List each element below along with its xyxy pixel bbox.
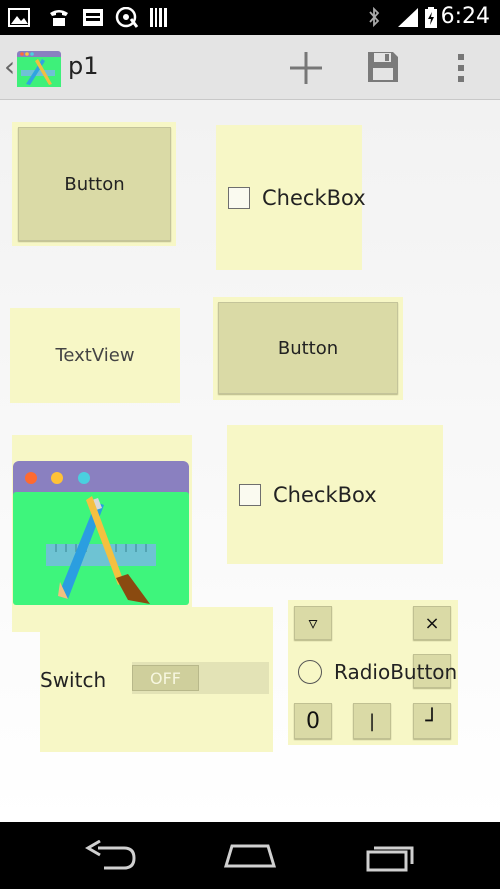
- checkbox-1-label: CheckBox: [262, 185, 366, 210]
- barcode-icon: [150, 8, 167, 27]
- key-bar-button[interactable]: |: [353, 703, 391, 739]
- checkbox-2-box[interactable]: [239, 483, 261, 506]
- signal-icon: [398, 8, 418, 27]
- bluetooth-icon: [369, 7, 380, 28]
- at-icon: [115, 7, 139, 28]
- checkbox-2-label: CheckBox: [273, 482, 377, 507]
- switch-thumb[interactable]: OFF: [132, 665, 199, 691]
- recent-apps-icon[interactable]: [364, 842, 416, 872]
- overflow-menu-icon[interactable]: [455, 52, 467, 84]
- checkbox-1[interactable]: CheckBox: [216, 125, 366, 270]
- switch-label: Switch: [40, 668, 107, 692]
- status-time: 6:24: [440, 4, 490, 29]
- switch[interactable]: Switch OFF: [40, 607, 273, 752]
- add-icon[interactable]: [288, 50, 324, 86]
- action-bar: ‹ p1: [0, 35, 500, 100]
- navigation-bar: [0, 822, 500, 889]
- button-1[interactable]: Button: [18, 127, 171, 241]
- textview: TextView: [10, 308, 180, 403]
- image-icon: [8, 8, 30, 27]
- app-logo-icon[interactable]: [16, 50, 62, 88]
- screen-icon: [83, 9, 103, 26]
- switch-track[interactable]: OFF: [132, 662, 269, 694]
- home-icon[interactable]: [222, 842, 278, 868]
- button-2[interactable]: Button: [218, 302, 398, 394]
- radio-group: ▿ × 0 | ┘ RadioButton: [288, 600, 458, 745]
- radio-label: RadioButton: [334, 660, 458, 684]
- key-zero-button[interactable]: 0: [294, 703, 332, 739]
- radio-button[interactable]: RadioButton: [298, 660, 457, 684]
- battery-icon: [425, 7, 437, 28]
- checkbox-2[interactable]: CheckBox: [227, 425, 443, 564]
- status-bar: 6:24: [0, 0, 500, 35]
- back-icon[interactable]: [84, 840, 136, 872]
- key-down-button[interactable]: ▿: [294, 606, 332, 640]
- page-title: p1: [68, 52, 99, 80]
- radio-circle[interactable]: [298, 660, 322, 684]
- key-close-button[interactable]: ×: [413, 606, 451, 640]
- app-design-icon[interactable]: [12, 460, 190, 606]
- checkbox-1-box[interactable]: [228, 186, 250, 209]
- save-icon[interactable]: [366, 50, 400, 84]
- back-chevron-icon[interactable]: ‹: [4, 50, 15, 83]
- key-corner-button[interactable]: ┘: [413, 703, 451, 739]
- phone-icon: [50, 10, 68, 26]
